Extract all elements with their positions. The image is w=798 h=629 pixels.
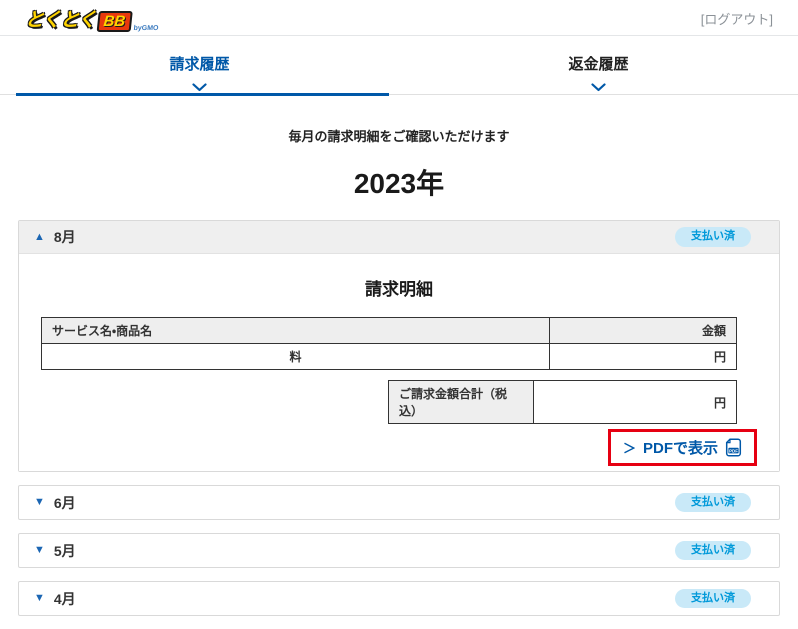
table-row: 料 円: [41, 343, 737, 370]
total-amount-cell: 円: [533, 380, 737, 424]
tab-refund-history[interactable]: 返金履歴: [399, 36, 798, 94]
service-name-cell: 料: [41, 343, 550, 370]
month-header-april[interactable]: ▼ 4月 支払い済: [19, 582, 779, 615]
month-header-may[interactable]: ▼ 5月 支払い済: [19, 534, 779, 567]
logout-link[interactable]: [ログアウト]: [701, 9, 773, 28]
pdf-icon: PDF: [725, 438, 742, 457]
column-header-amount: 金額: [549, 317, 737, 344]
billing-detail-panel: 請求明細 サービス名・商品名 金額 料 円 ご請求金額合計（税込） 円 ＞ PD…: [19, 254, 779, 471]
pdf-link-label: PDFで表示: [642, 440, 718, 457]
year-title: 2023年: [353, 168, 445, 199]
total-row: ご請求金額合計（税込） 円: [388, 380, 737, 424]
logo-bb-text: BB: [96, 11, 133, 32]
month-panel-april: ▼ 4月 支払い済: [18, 581, 780, 616]
triangle-up-icon: ▲: [34, 230, 45, 243]
triangle-down-icon: ▼: [34, 496, 45, 508]
chevron-down-icon: [591, 83, 606, 92]
status-badge: 支払い済: [675, 227, 751, 247]
chevron-down-icon: [192, 83, 207, 92]
logo-bygmo-text: byGMO: [133, 25, 159, 32]
tab-billing-label: 請求履歴: [169, 56, 230, 73]
total-label-cell: ご請求金額合計（税込）: [388, 380, 534, 424]
month-header-august[interactable]: ▲ 8月 支払い済: [19, 221, 779, 254]
pdf-highlight-box: ＞ PDFで表示 PDF: [607, 429, 757, 466]
site-header: とくとく BB byGMO [ログアウト]: [0, 0, 798, 36]
detail-title: 請求明細: [365, 280, 433, 299]
status-badge: 支払い済: [675, 588, 751, 609]
chevron-right-icon: ＞: [622, 441, 636, 456]
month-label: 8月: [53, 229, 76, 245]
billing-accordion: ▲ 8月 支払い済 請求明細 サービス名・商品名 金額 料 円 ご請求金額合計（…: [18, 220, 780, 629]
column-header-service: サービス名・商品名: [41, 317, 550, 344]
tab-bar: 請求履歴 返金履歴: [0, 36, 798, 96]
month-header-june[interactable]: ▼ 6月 支払い済: [19, 486, 779, 519]
billing-table-header-row: サービス名・商品名 金額: [41, 317, 737, 344]
month-panel-august: ▲ 8月 支払い済 請求明細 サービス名・商品名 金額 料 円 ご請求金額合計（…: [18, 220, 780, 472]
tokutoku-bb-logo[interactable]: とくとく BB byGMO: [24, 5, 161, 32]
pdf-link[interactable]: ＞ PDFで表示 PDF: [623, 437, 742, 458]
status-badge: 支払い済: [675, 492, 751, 513]
svg-text:PDF: PDF: [729, 448, 738, 453]
tab-refund-label: 返金履歴: [568, 56, 629, 73]
month-label: 5月: [53, 542, 76, 559]
month-label: 6月: [53, 494, 76, 511]
month-panel-may: ▼ 5月 支払い済: [18, 533, 780, 568]
logo-text: とくとく: [23, 10, 97, 31]
billing-table: サービス名・商品名 金額 料 円: [41, 317, 737, 370]
intro-text: 毎月の請求明細をご確認いただけます: [288, 129, 510, 144]
month-panel-june: ▼ 6月 支払い済: [18, 485, 780, 520]
pdf-link-row: ＞ PDFで表示 PDF: [41, 429, 757, 466]
billing-history-page: とくとく BB byGMO [ログアウト] 請求履歴 返金履歴 毎月の請求明細を…: [0, 0, 798, 629]
triangle-down-icon: ▼: [34, 592, 45, 604]
billing-total-table: ご請求金額合計（税込） 円: [388, 380, 737, 424]
tab-billing-history[interactable]: 請求履歴: [0, 36, 399, 96]
status-badge: 支払い済: [675, 540, 751, 561]
month-label: 4月: [53, 590, 76, 607]
amount-cell: 円: [549, 343, 737, 370]
triangle-down-icon: ▼: [34, 544, 45, 556]
